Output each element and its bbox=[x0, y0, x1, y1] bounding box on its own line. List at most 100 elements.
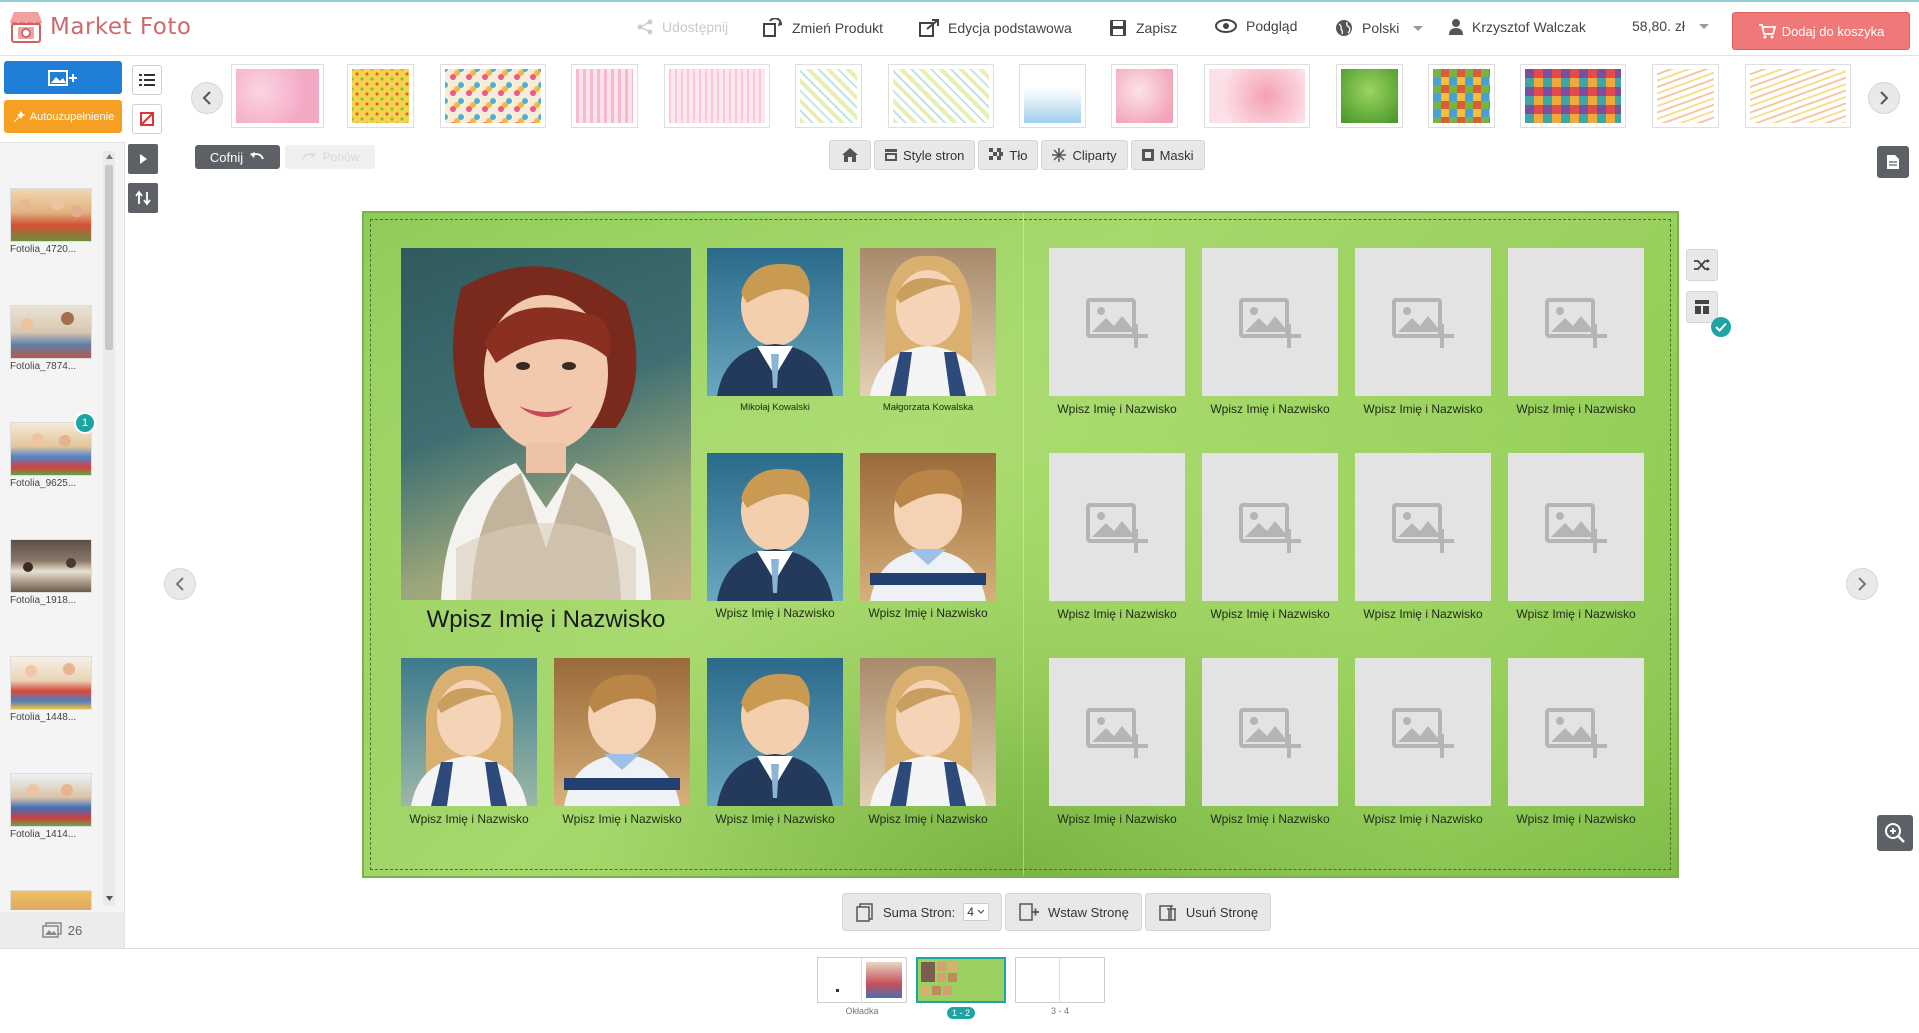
photo-item[interactable]: Fotolia_9625... 1 bbox=[10, 412, 96, 539]
empty-photo-slot[interactable] bbox=[1508, 248, 1644, 396]
expand-panel-button[interactable] bbox=[128, 144, 158, 174]
texture-swatch[interactable] bbox=[347, 64, 414, 128]
list-view-button[interactable] bbox=[132, 65, 162, 95]
total-pages-select[interactable]: 4 bbox=[963, 903, 989, 921]
empty-photo-slot[interactable] bbox=[1508, 658, 1644, 806]
texture-swatch[interactable] bbox=[1652, 64, 1719, 128]
texture-swatch[interactable] bbox=[664, 64, 770, 128]
empty-photo-slot[interactable] bbox=[1202, 248, 1338, 396]
kid-name-label[interactable]: Małgorzata Kowalska bbox=[860, 402, 996, 413]
insert-page-button[interactable]: Wstaw Stronę bbox=[1004, 893, 1142, 931]
photo-thumbnail[interactable] bbox=[10, 656, 92, 710]
kid-photo[interactable] bbox=[860, 248, 996, 396]
shuffle-button[interactable] bbox=[1686, 249, 1718, 281]
texture-swatch[interactable] bbox=[231, 64, 324, 128]
textures-next-button[interactable] bbox=[1868, 82, 1900, 114]
logo[interactable]: Market Foto bbox=[8, 10, 191, 44]
autofill-button[interactable]: Autouzupełnienie bbox=[4, 100, 122, 133]
scrollbar-thumb[interactable] bbox=[105, 165, 113, 350]
sort-button[interactable] bbox=[128, 183, 158, 213]
empty-slot-name-label[interactable]: Wpisz Imię i Nazwisko bbox=[1198, 812, 1342, 826]
empty-photo-slot[interactable] bbox=[1049, 248, 1185, 396]
kid-name-label[interactable]: Wpisz Imię i Nazwisko bbox=[860, 606, 996, 620]
kid-photo[interactable] bbox=[707, 658, 843, 806]
page-settings-button[interactable] bbox=[1877, 146, 1909, 178]
empty-slot-name-label[interactable]: Wpisz Imię i Nazwisko bbox=[1351, 812, 1495, 826]
empty-slot-name-label[interactable]: Wpisz Imię i Nazwisko bbox=[1045, 812, 1189, 826]
spread-thumb-cover[interactable] bbox=[817, 957, 907, 1003]
texture-swatch[interactable] bbox=[888, 64, 994, 128]
texture-swatch[interactable] bbox=[440, 64, 546, 128]
spread-thumb-1-2[interactable] bbox=[916, 957, 1006, 1003]
change-product-button[interactable]: Zmień Produkt bbox=[762, 18, 883, 38]
texture-swatch[interactable] bbox=[1111, 64, 1178, 128]
texture-swatch[interactable] bbox=[1204, 64, 1310, 128]
next-spread-button[interactable] bbox=[1846, 568, 1878, 600]
kid-photo[interactable] bbox=[401, 658, 537, 806]
empty-photo-slot[interactable] bbox=[1049, 453, 1185, 601]
photo-item[interactable]: Fotolia_4720... bbox=[10, 188, 94, 305]
kid-name-label[interactable]: Wpisz Imię i Nazwisko bbox=[707, 606, 843, 620]
hide-used-button[interactable] bbox=[132, 104, 162, 134]
price-display[interactable]: 58,80. zł bbox=[1632, 18, 1709, 34]
kid-photo[interactable] bbox=[554, 658, 690, 806]
kid-photo[interactable] bbox=[860, 658, 996, 806]
empty-slot-name-label[interactable]: Wpisz Imię i Nazwisko bbox=[1351, 402, 1495, 416]
scroll-up-icon[interactable] bbox=[106, 153, 113, 159]
teacher-name-label[interactable]: Wpisz Imię i Nazwisko bbox=[401, 606, 691, 634]
empty-photo-slot[interactable] bbox=[1355, 658, 1491, 806]
photo-thumbnail[interactable] bbox=[10, 890, 92, 910]
tab-masks[interactable]: Maski bbox=[1130, 140, 1205, 170]
tab-home[interactable] bbox=[829, 140, 871, 170]
empty-slot-name-label[interactable]: Wpisz Imię i Nazwisko bbox=[1198, 607, 1342, 621]
texture-swatch[interactable] bbox=[1745, 64, 1851, 128]
empty-photo-slot[interactable] bbox=[1049, 658, 1185, 806]
empty-slot-name-label[interactable]: Wpisz Imię i Nazwisko bbox=[1198, 402, 1342, 416]
prev-spread-button[interactable] bbox=[164, 568, 196, 600]
tab-background[interactable]: Tło bbox=[978, 140, 1039, 170]
photo-item[interactable]: Fotolia_1414... bbox=[10, 773, 94, 890]
kid-name-label[interactable]: Wpisz Imię i Nazwisko bbox=[860, 812, 996, 826]
empty-slot-name-label[interactable]: Wpisz Imię i Nazwisko bbox=[1045, 402, 1189, 416]
share-button[interactable]: Udostępnij bbox=[636, 18, 728, 36]
kid-name-label[interactable]: Wpisz Imię i Nazwisko bbox=[554, 812, 690, 826]
layout-button[interactable] bbox=[1686, 291, 1718, 323]
texture-swatch[interactable] bbox=[571, 64, 638, 128]
texture-swatch[interactable] bbox=[1428, 64, 1495, 128]
scroll-down-icon[interactable] bbox=[106, 896, 113, 902]
texture-swatch[interactable] bbox=[1019, 64, 1086, 128]
save-button[interactable]: Zapisz bbox=[1108, 18, 1177, 38]
photo-thumbnail[interactable] bbox=[10, 539, 92, 593]
photo-item[interactable]: Fotolia_1918... bbox=[10, 539, 94, 656]
textures-prev-button[interactable] bbox=[191, 82, 223, 114]
language-select[interactable]: Polski bbox=[1334, 18, 1424, 38]
undo-button[interactable]: Cofnij bbox=[195, 145, 280, 169]
delete-page-button[interactable]: Usuń Stronę bbox=[1144, 893, 1272, 931]
user-menu[interactable]: Krzysztof Walczak bbox=[1448, 18, 1586, 36]
kid-photo[interactable] bbox=[860, 453, 996, 601]
photo-thumbnail[interactable] bbox=[10, 188, 92, 242]
spread-canvas[interactable]: Wpisz Imię i Nazwisko Mikołaj Kowalski M… bbox=[362, 211, 1679, 878]
zoom-button[interactable] bbox=[1877, 815, 1913, 851]
empty-slot-name-label[interactable]: Wpisz Imię i Nazwisko bbox=[1351, 607, 1495, 621]
empty-photo-slot[interactable] bbox=[1202, 453, 1338, 601]
photo-item[interactable] bbox=[10, 890, 94, 910]
add-to-cart-button[interactable]: Dodaj do koszyka bbox=[1732, 12, 1910, 50]
kid-photo[interactable] bbox=[707, 453, 843, 601]
photo-list-scrollbar[interactable] bbox=[103, 151, 115, 906]
photo-thumbnail[interactable] bbox=[10, 305, 92, 359]
teacher-photo[interactable] bbox=[401, 248, 691, 600]
tab-page-styles[interactable]: Style stron bbox=[874, 140, 976, 170]
preview-button[interactable]: Podgląd bbox=[1214, 18, 1297, 34]
empty-photo-slot[interactable] bbox=[1202, 658, 1338, 806]
photo-item[interactable]: Fotolia_7874... bbox=[10, 305, 94, 422]
empty-slot-name-label[interactable]: Wpisz Imię i Nazwisko bbox=[1504, 402, 1648, 416]
empty-photo-slot[interactable] bbox=[1508, 453, 1644, 601]
empty-slot-name-label[interactable]: Wpisz Imię i Nazwisko bbox=[1504, 607, 1648, 621]
kid-photo[interactable] bbox=[707, 248, 843, 396]
spread-thumb-3-4[interactable] bbox=[1015, 957, 1105, 1003]
photo-thumbnail[interactable] bbox=[10, 773, 92, 827]
texture-swatch[interactable] bbox=[1336, 64, 1403, 128]
texture-swatch[interactable] bbox=[1520, 64, 1626, 128]
kid-name-label[interactable]: Wpisz Imię i Nazwisko bbox=[707, 812, 843, 826]
